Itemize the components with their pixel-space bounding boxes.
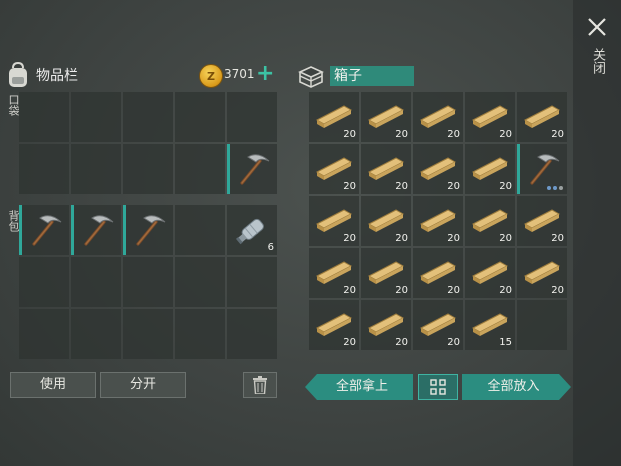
chest-slot[interactable]: 20 (413, 196, 463, 246)
add-coins-button[interactable]: + (256, 63, 274, 85)
chest-icon (298, 66, 324, 88)
chest-slot[interactable]: 20 (413, 300, 463, 350)
pocket-slot[interactable] (227, 92, 277, 142)
backpack-slot[interactable] (19, 309, 69, 359)
chest-slot[interactable]: 20 (465, 248, 515, 298)
backpack-slot[interactable] (227, 257, 277, 307)
backpack-slot[interactable] (71, 309, 121, 359)
chest-slot[interactable]: 20 (413, 92, 463, 142)
coin-count: 3701 (224, 67, 255, 81)
item-quantity: 15 (499, 337, 512, 348)
inventory-title: 物品栏 (36, 68, 78, 84)
chest-slot[interactable]: 20 (309, 92, 359, 142)
item-quantity: 20 (499, 285, 512, 296)
backpack-slot[interactable] (175, 309, 225, 359)
chest-grid: 20 20 20 20 20 20 20 20 20 20 20 20 20 20 20 20 20 20 20 20… (309, 92, 567, 350)
backpack-slot[interactable] (227, 309, 277, 359)
item-quantity: 20 (395, 129, 408, 140)
backpack-slot[interactable] (123, 309, 173, 359)
pocket-slot[interactable] (71, 144, 121, 194)
backpack-icon (9, 62, 27, 87)
trash-button[interactable] (243, 372, 277, 398)
item-quantity: 20 (447, 285, 460, 296)
item-quantity: 20 (551, 285, 564, 296)
chest-slot[interactable] (517, 300, 567, 350)
sort-grid-icon (430, 379, 446, 395)
chest-slot[interactable]: 20 (465, 196, 515, 246)
item-quantity: 20 (395, 337, 408, 348)
backpack-slot[interactable] (175, 205, 225, 255)
item-quantity: 20 (499, 233, 512, 244)
chest-slot[interactable]: 15 (465, 300, 515, 350)
item-quantity: 20 (395, 233, 408, 244)
chest-slot[interactable]: 20 (465, 92, 515, 142)
use-button[interactable]: 使用 (10, 372, 96, 398)
item-quantity: 20 (499, 181, 512, 192)
chest-slot[interactable] (517, 144, 567, 194)
chest-slot[interactable]: 20 (413, 248, 463, 298)
chest-slot[interactable]: 20 (465, 144, 515, 194)
backpack-slot[interactable] (123, 257, 173, 307)
chest-slot[interactable]: 20 (361, 92, 411, 142)
item-quantity: 20 (447, 337, 460, 348)
pocket-slot[interactable] (227, 144, 277, 194)
inventory-header: 物品栏 (6, 60, 78, 90)
chest-slot[interactable]: 20 (309, 248, 359, 298)
pocket-slot[interactable] (123, 144, 173, 194)
trash-icon (253, 376, 267, 394)
item-quantity: 20 (447, 181, 460, 192)
chest-slot[interactable]: 20 (361, 196, 411, 246)
chest-slot[interactable]: 20 (517, 196, 567, 246)
pocket-slot[interactable] (19, 92, 69, 142)
backpack-slot[interactable] (71, 257, 121, 307)
item-quantity: 20 (395, 285, 408, 296)
item-quantity: 20 (343, 233, 356, 244)
backpack-slot[interactable]: 6 (227, 205, 277, 255)
durability-dots-icon (547, 186, 563, 190)
pocket-label: 口袋 (7, 94, 20, 116)
pocket-slot[interactable] (123, 92, 173, 142)
backpack-slot[interactable] (175, 257, 225, 307)
item-quantity: 20 (447, 233, 460, 244)
pocket-slot[interactable] (175, 92, 225, 142)
item-quantity: 20 (447, 129, 460, 140)
chest-slot[interactable]: 20 (309, 196, 359, 246)
chest-slot[interactable]: 20 (517, 248, 567, 298)
item-quantity: 20 (343, 337, 356, 348)
item-quantity: 20 (343, 285, 356, 296)
chest-name: 箱子 (330, 66, 414, 86)
pocket-slot[interactable] (19, 144, 69, 194)
backpack-slot[interactable] (123, 205, 173, 255)
item-quantity: 20 (395, 181, 408, 192)
chest-slot[interactable]: 20 (361, 248, 411, 298)
pocket-slot[interactable] (175, 144, 225, 194)
item-quantity: 20 (343, 181, 356, 192)
chest-slot[interactable]: 20 (361, 300, 411, 350)
item-quantity: 20 (551, 233, 564, 244)
item-quantity: 20 (499, 129, 512, 140)
close-label[interactable]: 关闭 (589, 48, 605, 74)
chest-slot[interactable]: 20 (309, 144, 359, 194)
item-quantity: 6 (267, 242, 274, 253)
pocket-grid (19, 92, 277, 194)
chest-slot[interactable]: 20 (413, 144, 463, 194)
chest-header: 箱子 (298, 62, 414, 90)
sort-button[interactable] (418, 374, 458, 400)
close-icon[interactable] (586, 16, 608, 38)
pocket-slot[interactable] (71, 92, 121, 142)
chest-slot[interactable]: 20 (309, 300, 359, 350)
item-quantity: 20 (343, 129, 356, 140)
take-all-button[interactable]: 全部拿上 (305, 374, 413, 400)
backpack-slot[interactable] (19, 257, 69, 307)
chest-slot[interactable]: 20 (361, 144, 411, 194)
put-all-button[interactable]: 全部放入 (462, 374, 571, 400)
backpack-slot[interactable] (19, 205, 69, 255)
coin-icon: Z (199, 64, 223, 88)
backpack-label: 背包 (7, 210, 20, 232)
backpack-slot[interactable] (71, 205, 121, 255)
split-button[interactable]: 分开 (100, 372, 186, 398)
backpack-grid: 6 (19, 205, 277, 359)
chest-slot[interactable]: 20 (517, 92, 567, 142)
item-quantity: 20 (551, 129, 564, 140)
